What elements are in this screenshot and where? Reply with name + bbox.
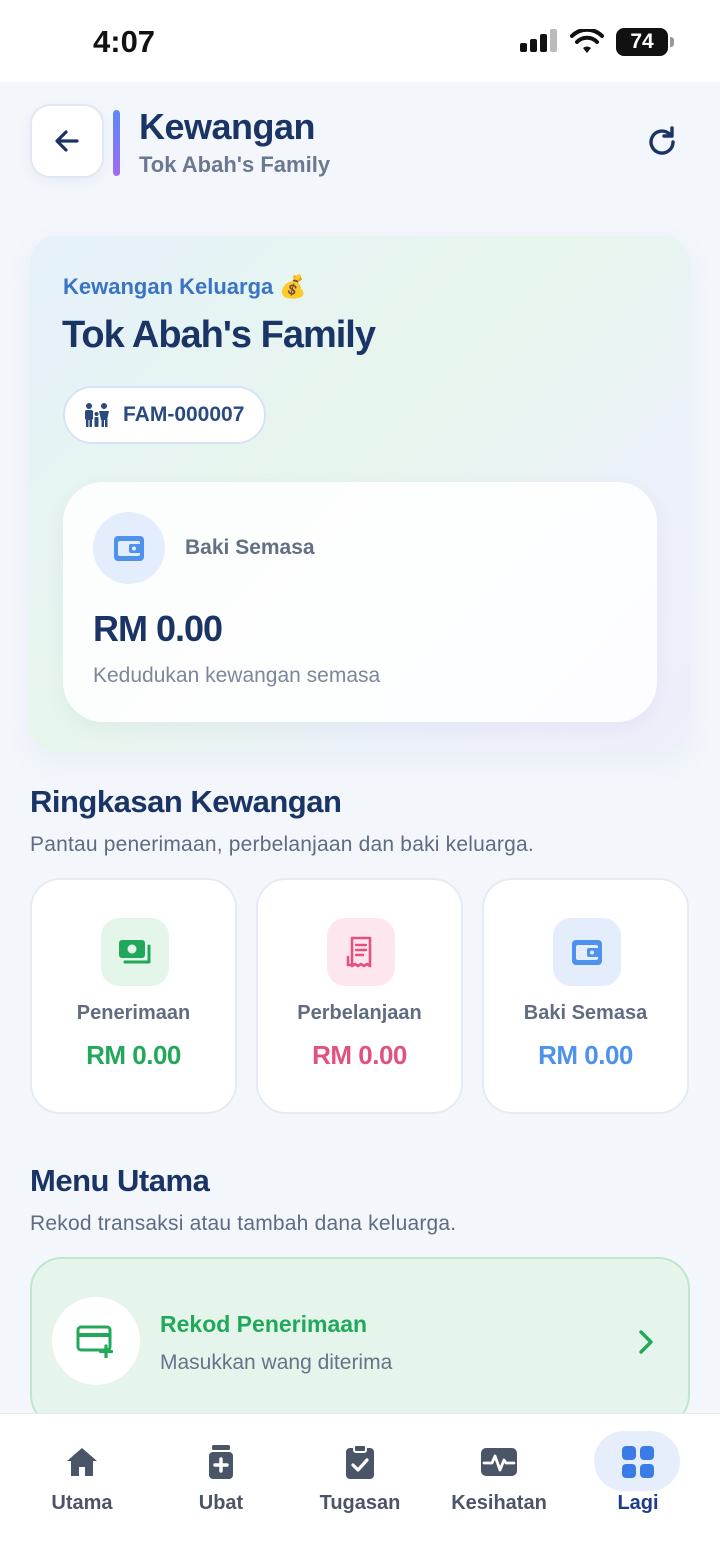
family-name: Tok Abah's Family [62, 314, 376, 356]
income-label: Penerimaan [76, 1002, 191, 1024]
header: Kewangan Tok Abah's Family [0, 82, 720, 212]
expense-label: Perbelanjaan [297, 1002, 422, 1024]
income-value: RM 0.00 [86, 1040, 181, 1070]
nav-label: Utama [51, 1492, 113, 1514]
family-finance-card: Kewangan Keluarga 💰 Tok Abah's Family FA… [30, 236, 690, 752]
family-finance-kicker: Kewangan Keluarga 💰 [63, 274, 307, 299]
balance-amount: RM 0.00 [93, 608, 223, 649]
income-stat-card[interactable]: Penerimaan RM 0.00 [30, 878, 237, 1114]
nav-item-kesihatan[interactable]: Kesihatan [429, 1414, 569, 1524]
nav-item-tugasan[interactable]: Tugasan [290, 1414, 430, 1524]
current-balance-card: Baki Semasa RM 0.00 Kedudukan kewangan s… [63, 482, 657, 722]
menu-title: Menu Utama [30, 1163, 210, 1198]
back-button[interactable] [30, 104, 104, 178]
nav-label: Tugasan [319, 1492, 401, 1514]
clipboard-check-icon [340, 1442, 380, 1482]
battery-icon: 74 [616, 28, 674, 56]
nav-item-lagi[interactable]: Lagi [568, 1414, 708, 1524]
refresh-icon [649, 126, 675, 155]
wallet-icon [553, 918, 621, 986]
status-bar: 4:07 74 [0, 0, 720, 82]
wallet-icon [93, 512, 165, 584]
expense-stat-card[interactable]: Perbelanjaan RM 0.00 [256, 878, 463, 1114]
family-icon [85, 403, 109, 427]
balance-stat-card[interactable]: Baki Semasa RM 0.00 [482, 878, 689, 1114]
nav-label: Kesihatan [451, 1492, 547, 1514]
family-id-chip: FAM-000007 [63, 386, 267, 444]
chevron-right-icon [639, 1330, 653, 1354]
arrow-left-icon [55, 130, 79, 152]
wifi-icon [570, 29, 604, 53]
summary-description: Pantau penerimaan, perbelanjaan dan baki… [30, 833, 534, 856]
record-income-title: Rekod Penerimaan [160, 1311, 368, 1337]
page-subtitle: Tok Abah's Family [139, 152, 331, 177]
page-title: Kewangan [139, 106, 316, 147]
balance-label: Baki Semasa [185, 536, 315, 559]
expense-value: RM 0.00 [312, 1040, 407, 1070]
home-icon [62, 1442, 102, 1482]
status-icons: 74 [520, 28, 674, 56]
record-income-subtitle: Masukkan wang diterima [160, 1351, 393, 1374]
nav-item-ubat[interactable]: Ubat [151, 1414, 291, 1524]
grid-icon [618, 1442, 658, 1482]
balance-stat-label: Baki Semasa [523, 1002, 648, 1024]
signal-icon [520, 29, 557, 52]
card-add-icon [52, 1297, 140, 1385]
medicine-icon [201, 1442, 241, 1482]
menu-description: Rekod transaksi atau tambah dana keluarg… [30, 1212, 457, 1235]
nav-item-utama[interactable]: Utama [12, 1414, 152, 1524]
bottom-navigation: Utama Ubat Tugasan Kesihatan Lagi [0, 1413, 720, 1559]
title-accent-bar [113, 110, 120, 176]
summary-title: Ringkasan Kewangan [30, 784, 342, 819]
record-income-menu-item[interactable]: Rekod Penerimaan Masukkan wang diterima [30, 1257, 690, 1427]
receipt-icon [327, 918, 395, 986]
pulse-icon [479, 1442, 519, 1482]
balance-description: Kedudukan kewangan semasa [93, 664, 381, 687]
nav-label: Lagi [617, 1492, 659, 1514]
family-id: FAM-000007 [123, 403, 245, 426]
nav-label: Ubat [198, 1492, 244, 1514]
status-time: 4:07 [93, 24, 156, 59]
balance-stat-value: RM 0.00 [538, 1040, 633, 1070]
refresh-button[interactable] [640, 120, 684, 164]
battery-level: 74 [630, 30, 654, 53]
cash-icon [101, 918, 169, 986]
